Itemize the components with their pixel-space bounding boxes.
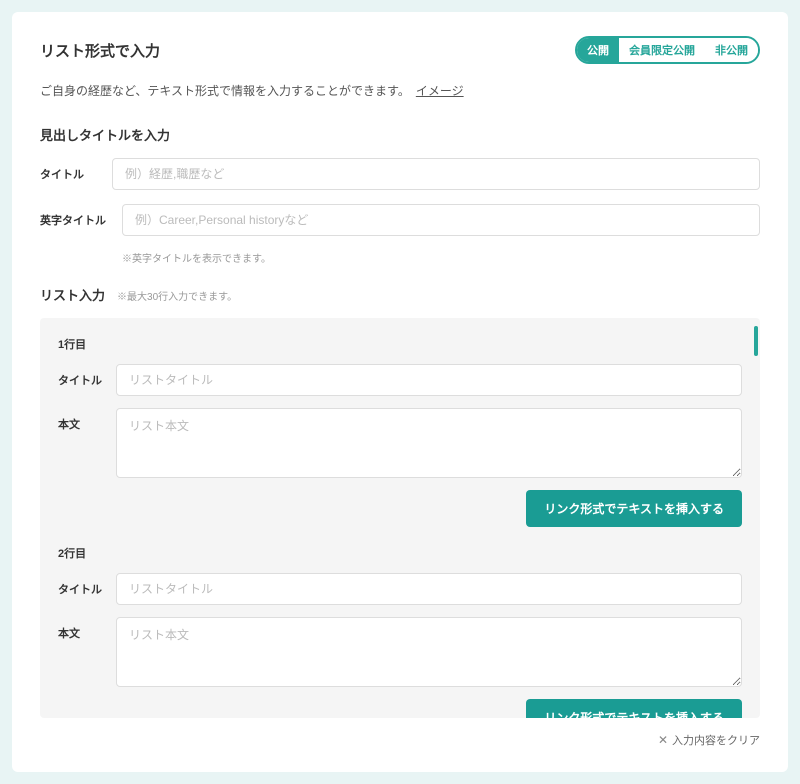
list-row-2: 2行目 タイトル 本文 リンク形式でテキストを挿入する <box>58 545 742 718</box>
row1-body-input[interactable] <box>116 408 742 478</box>
list-input-card: リスト形式で入力 公開 会員限定公開 非公開 ご自身の経歴など、テキスト形式で情… <box>12 12 788 772</box>
title-input[interactable] <box>112 158 760 190</box>
visibility-members[interactable]: 会員限定公開 <box>619 38 705 62</box>
row1-body-row: 本文 <box>58 408 742 478</box>
list-row-1: 1行目 タイトル 本文 リンク形式でテキストを挿入する <box>58 336 742 527</box>
row-number-2: 2行目 <box>58 545 742 561</box>
row-number-1: 1行目 <box>58 336 742 352</box>
title-label: タイトル <box>40 158 100 182</box>
row2-title-row: タイトル <box>58 573 742 605</box>
row1-button-row: リンク形式でテキストを挿入する <box>58 490 742 527</box>
row2-body-label: 本文 <box>58 617 104 641</box>
list-hint: ※最大30行入力できます。 <box>117 288 237 303</box>
section-title: リスト形式で入力 <box>40 40 160 61</box>
visibility-public[interactable]: 公開 <box>577 38 619 62</box>
list-section-title: リスト入力 <box>40 285 105 304</box>
row1-title-label: タイトル <box>58 364 104 388</box>
row2-button-row: リンク形式でテキストを挿入する <box>58 699 742 718</box>
description-text: ご自身の経歴など、テキスト形式で情報を入力することができます。 <box>40 84 416 98</box>
row1-title-row: タイトル <box>58 364 742 396</box>
row2-body-row: 本文 <box>58 617 742 687</box>
list-header: リスト入力 ※最大30行入力できます。 <box>40 285 760 304</box>
visibility-private[interactable]: 非公開 <box>705 38 758 62</box>
scrollbar-thumb[interactable] <box>754 326 758 356</box>
clear-button[interactable]: ✕ 入力内容をクリア <box>658 732 760 748</box>
row1-body-label: 本文 <box>58 408 104 432</box>
row2-title-input[interactable] <box>116 573 742 605</box>
title-field-row: タイトル <box>40 158 760 190</box>
en-title-label: 英字タイトル <box>40 204 110 228</box>
en-title-field-row: 英字タイトル <box>40 204 760 236</box>
header-row: リスト形式で入力 公開 会員限定公開 非公開 <box>40 36 760 64</box>
row1-insert-link-button[interactable]: リンク形式でテキストを挿入する <box>526 490 742 527</box>
list-container[interactable]: 1行目 タイトル 本文 リンク形式でテキストを挿入する 2行目 タイトル 本文 <box>40 318 760 718</box>
description: ご自身の経歴など、テキスト形式で情報を入力することができます。 イメージ <box>40 82 760 99</box>
row2-title-label: タイトル <box>58 573 104 597</box>
row2-insert-link-button[interactable]: リンク形式でテキストを挿入する <box>526 699 742 718</box>
en-title-input[interactable] <box>122 204 760 236</box>
row1-title-input[interactable] <box>116 364 742 396</box>
close-icon: ✕ <box>658 733 668 747</box>
heading-section-title: 見出しタイトルを入力 <box>40 125 760 144</box>
clear-label: 入力内容をクリア <box>672 732 760 748</box>
clear-row: ✕ 入力内容をクリア <box>40 732 760 748</box>
en-title-hint: ※英字タイトルを表示できます。 <box>122 250 760 265</box>
row2-body-input[interactable] <box>116 617 742 687</box>
visibility-toggle: 公開 会員限定公開 非公開 <box>575 36 760 64</box>
image-link[interactable]: イメージ <box>416 84 464 98</box>
